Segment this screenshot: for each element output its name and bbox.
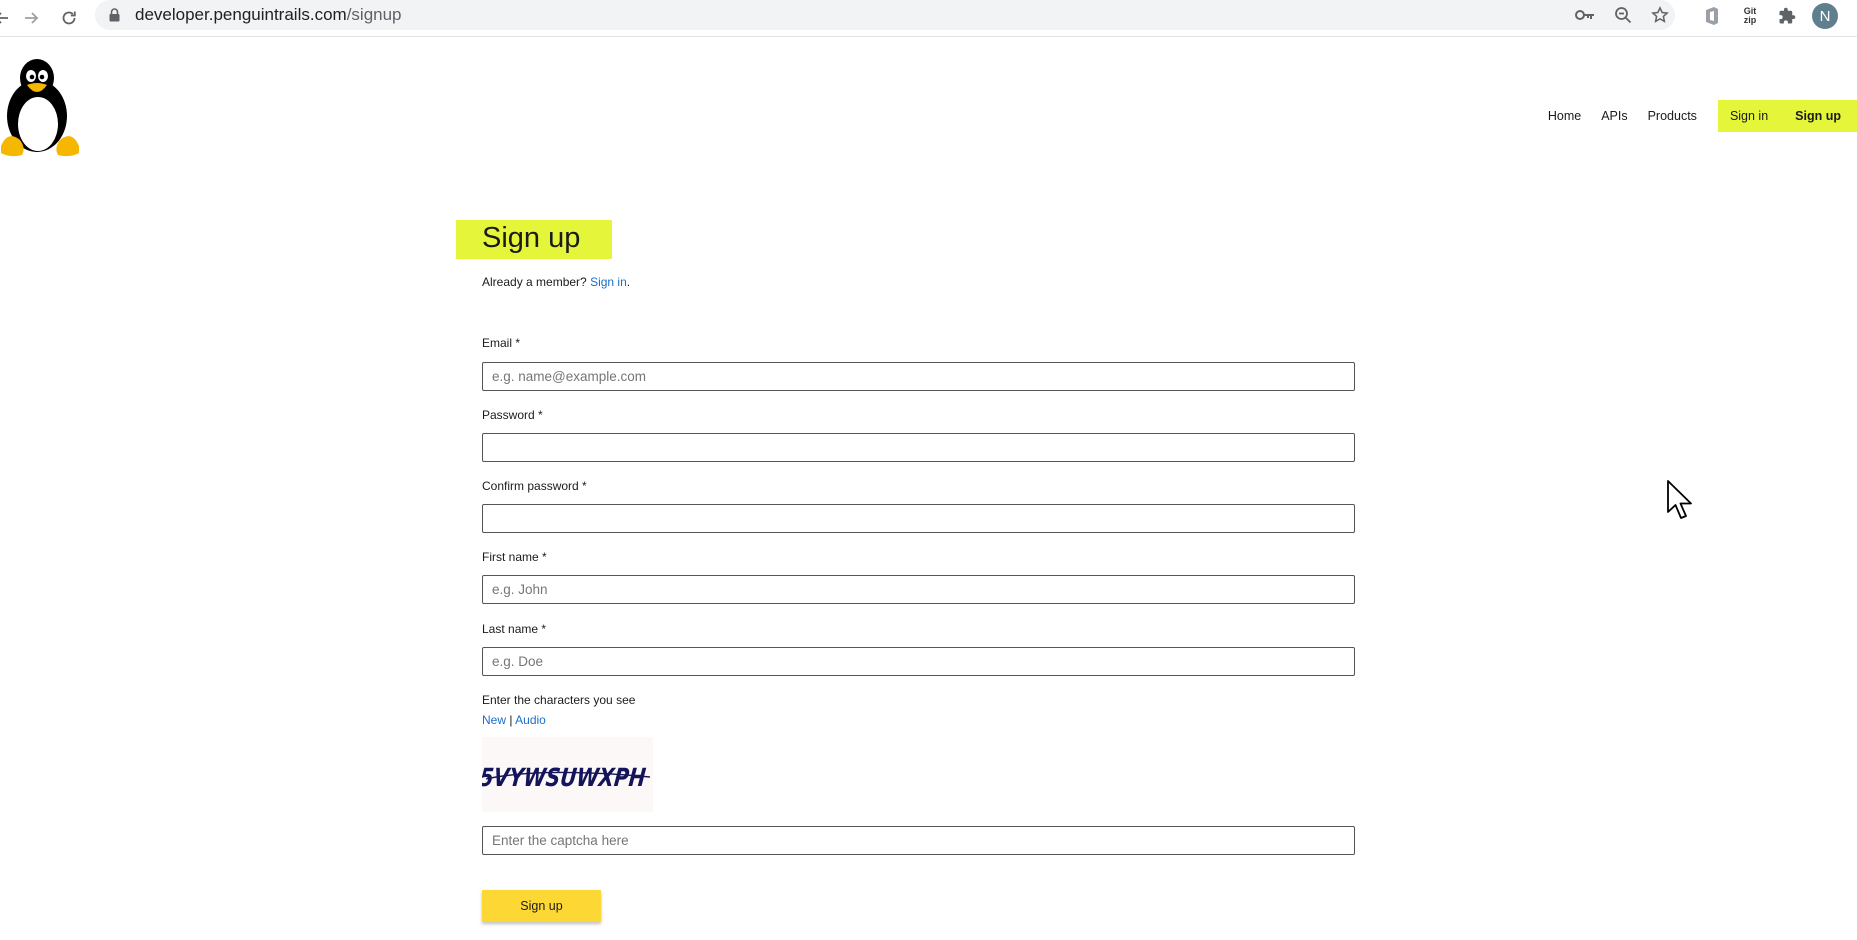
gitzip-line2: zip xyxy=(1743,15,1757,25)
key-icon[interactable] xyxy=(1575,5,1595,25)
already-member-suffix: . xyxy=(626,275,631,289)
office-extension-icon[interactable] xyxy=(1700,4,1724,28)
back-icon[interactable] xyxy=(0,6,14,30)
mouse-cursor-icon xyxy=(1666,479,1696,521)
password-label: Password * xyxy=(482,408,543,422)
lock-icon xyxy=(109,8,120,27)
sign-up-button[interactable]: Sign up xyxy=(482,890,601,922)
page-title: Sign up xyxy=(482,222,581,254)
captcha-separator: | xyxy=(509,713,513,727)
first-name-label: First name * xyxy=(482,550,547,564)
profile-avatar[interactable]: N xyxy=(1812,3,1838,29)
zoom-icon[interactable] xyxy=(1613,5,1633,25)
url-domain: developer.penguintrails.com xyxy=(135,5,347,24)
first-name-field[interactable] xyxy=(482,575,1355,604)
nav-sign-in[interactable]: Sign in xyxy=(1717,100,1784,132)
confirm-password-field[interactable] xyxy=(482,504,1355,533)
penguin-logo[interactable] xyxy=(0,58,80,158)
email-label: Email * xyxy=(482,336,521,350)
captcha-text: 5VYWSUWXPH xyxy=(482,763,647,792)
captcha-image: 5VYWSUWXPH xyxy=(478,737,653,812)
nav-products[interactable]: Products xyxy=(1638,100,1707,132)
captcha-new-link[interactable]: New xyxy=(482,713,506,727)
address-bar[interactable]: developer.penguintrails.com/signup xyxy=(95,0,1675,30)
puzzle-icon[interactable] xyxy=(1775,4,1799,28)
password-field[interactable] xyxy=(482,433,1355,462)
url-path: /signup xyxy=(346,5,402,24)
captcha-audio-link[interactable]: Audio xyxy=(515,713,546,727)
forward-icon[interactable] xyxy=(19,6,43,30)
email-field[interactable] xyxy=(482,362,1355,391)
reload-icon[interactable] xyxy=(57,6,81,30)
already-member-label: Already a member? xyxy=(482,275,587,289)
nav-apis[interactable]: APIs xyxy=(1591,100,1637,132)
page-title-box: Sign up xyxy=(456,220,612,259)
sign-in-link[interactable]: Sign in xyxy=(590,275,627,289)
last-name-label: Last name * xyxy=(482,622,547,636)
captcha-links: New | Audio xyxy=(482,713,546,727)
captcha-input[interactable] xyxy=(482,826,1355,855)
last-name-field[interactable] xyxy=(482,647,1355,676)
already-member-text: Already a member? Sign in. xyxy=(482,275,630,289)
gitzip-extension-icon[interactable]: Git zip xyxy=(1738,4,1762,28)
captcha-label: Enter the characters you see xyxy=(482,693,636,707)
url-text: developer.penguintrails.com/signup xyxy=(135,5,402,25)
nav-sign-up[interactable]: Sign up xyxy=(1783,100,1857,132)
browser-toolbar: developer.penguintrails.com/signup Git zi… xyxy=(0,0,1857,37)
bookmark-star-icon[interactable] xyxy=(1650,5,1670,25)
confirm-password-label: Confirm password * xyxy=(482,479,587,493)
nav-home[interactable]: Home xyxy=(1538,100,1591,132)
top-navigation: Home APIs Products Sign in Sign up xyxy=(1538,100,1857,132)
